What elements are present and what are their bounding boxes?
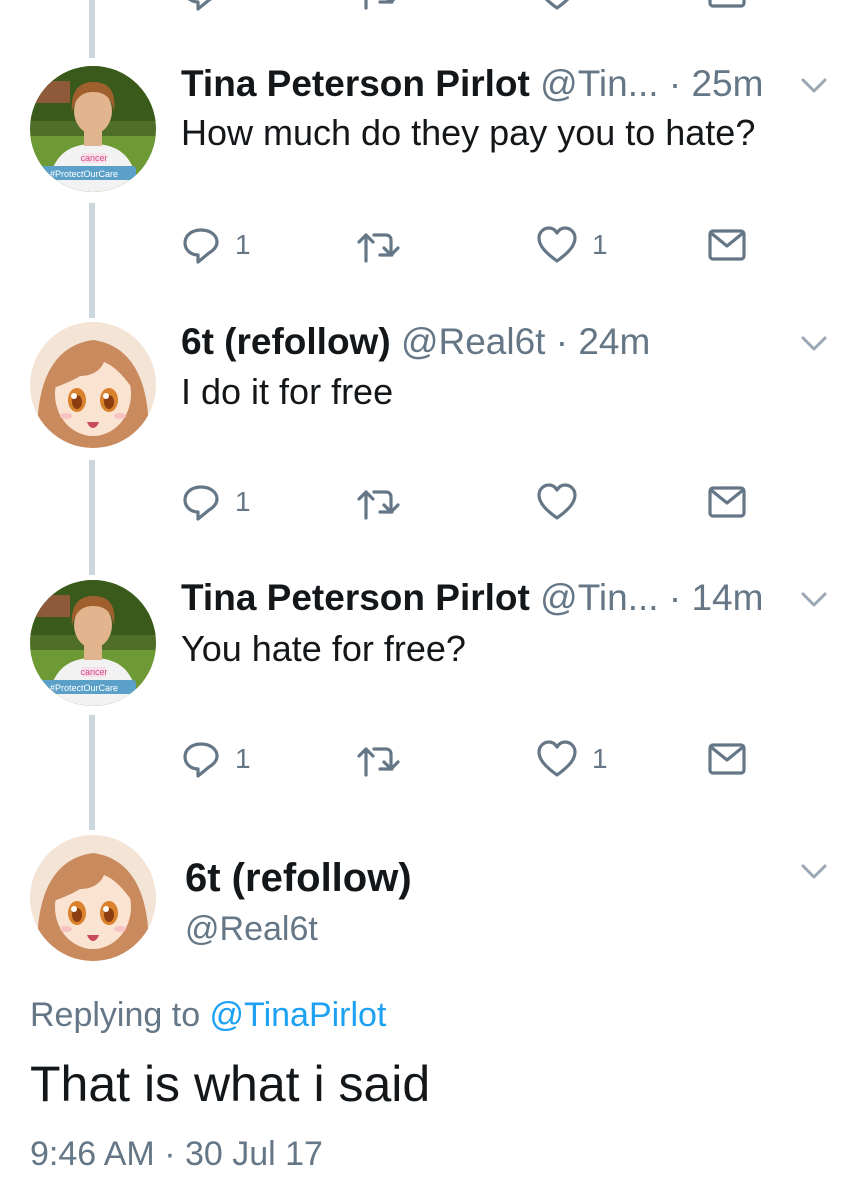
retweet-button[interactable] xyxy=(356,223,416,267)
tweet-text: That is what i said xyxy=(30,1056,431,1112)
replying-prefix: Replying to xyxy=(30,996,210,1034)
reply-icon xyxy=(183,742,219,778)
like-icon xyxy=(537,740,577,777)
chevron-down-icon[interactable] xyxy=(801,336,827,352)
tweet-header: Tina Peterson Pirlot @Tin... · 25m xyxy=(181,62,777,106)
chevron-down-icon[interactable] xyxy=(801,864,827,880)
like-count: 1 xyxy=(592,229,608,260)
dm-button[interactable] xyxy=(708,223,746,267)
thread-line xyxy=(89,0,95,58)
reply-button[interactable]: 1 xyxy=(181,480,251,524)
retweet-button[interactable] xyxy=(356,737,416,781)
chevron-down-icon[interactable] xyxy=(801,592,827,608)
woman-photo-avatar: cancer #ProtectOurCare xyxy=(30,580,156,706)
like-icon xyxy=(537,226,577,263)
svg-text:#ProtectOurCare: #ProtectOurCare xyxy=(50,683,118,693)
tweet-time[interactable]: 24m xyxy=(578,321,650,362)
reply-count: 1 xyxy=(235,486,251,517)
tweet-text: How much do they pay you to hate? xyxy=(181,112,756,153)
reply-button[interactable] xyxy=(181,0,221,14)
reply-button[interactable]: 1 xyxy=(181,737,251,781)
tweet-timestamp[interactable]: 9:46 AM · 30 Jul 17 xyxy=(30,1132,323,1176)
retweet-icon xyxy=(357,490,400,520)
svg-text:#ProtectOurCare: #ProtectOurCare xyxy=(50,169,118,179)
dm-icon xyxy=(708,0,746,8)
reply-count: 1 xyxy=(235,743,251,774)
like-button[interactable] xyxy=(536,0,578,14)
separator: · xyxy=(658,577,692,618)
separator: · xyxy=(658,63,692,104)
retweet-icon xyxy=(357,233,400,263)
like-button[interactable]: 1 xyxy=(536,737,608,781)
reply-count: 1 xyxy=(235,229,251,260)
avatar[interactable] xyxy=(30,835,156,961)
svg-text:cancer: cancer xyxy=(80,667,107,677)
display-name[interactable]: Tina Peterson Pirlot xyxy=(181,577,530,618)
dm-icon xyxy=(708,229,746,261)
anime-girl-avatar xyxy=(30,322,156,448)
tweet-text: I do it for free xyxy=(181,371,394,412)
dm-button[interactable] xyxy=(708,0,746,14)
svg-text:cancer: cancer xyxy=(80,153,107,163)
retweet-button[interactable] xyxy=(356,0,402,14)
reply-icon xyxy=(183,485,219,521)
thread-line xyxy=(89,715,95,830)
avatar[interactable]: cancer #ProtectOurCare xyxy=(30,580,156,706)
like-icon xyxy=(537,483,577,520)
display-name[interactable]: 6t (refollow) xyxy=(181,321,391,362)
dm-button[interactable] xyxy=(708,480,746,524)
anime-girl-avatar xyxy=(30,835,156,961)
retweet-button[interactable] xyxy=(356,480,416,524)
user-handle[interactable]: @Real6t xyxy=(401,321,546,362)
tweet-time[interactable]: 25m xyxy=(691,63,763,104)
chevron-down-icon[interactable] xyxy=(801,78,827,94)
thread-line xyxy=(89,460,95,575)
dm-icon xyxy=(708,486,746,518)
reply-mention-link[interactable]: @TinaPirlot xyxy=(210,996,387,1034)
display-name[interactable]: Tina Peterson Pirlot xyxy=(181,63,530,104)
reply-button[interactable]: 1 xyxy=(181,223,251,267)
like-icon xyxy=(544,0,570,10)
dm-button[interactable] xyxy=(708,737,746,781)
tweet-time[interactable]: 14m xyxy=(691,577,763,618)
reply-icon xyxy=(183,228,219,264)
like-button[interactable]: 1 xyxy=(536,223,608,267)
avatar[interactable] xyxy=(30,322,156,448)
like-button[interactable] xyxy=(536,480,592,524)
user-handle[interactable]: @Tin... xyxy=(540,63,658,104)
replying-to: Replying to @TinaPirlot xyxy=(30,993,386,1037)
reply-icon xyxy=(188,0,212,11)
retweet-icon xyxy=(364,0,396,10)
display-name[interactable]: 6t (refollow) xyxy=(185,853,412,903)
tweet-text: You hate for free? xyxy=(181,628,466,669)
separator: · xyxy=(545,321,579,362)
avatar[interactable]: cancer #ProtectOurCare xyxy=(30,66,156,192)
tweet-header: 6t (refollow) @Real6t · 24m xyxy=(181,320,777,364)
woman-photo-avatar: cancer #ProtectOurCare xyxy=(30,66,156,192)
user-handle[interactable]: @Real6t xyxy=(185,907,318,951)
dm-icon xyxy=(708,743,746,775)
thread-line xyxy=(89,203,95,318)
tweet-header: Tina Peterson Pirlot @Tin... · 14m xyxy=(181,576,777,620)
like-count: 1 xyxy=(592,743,608,774)
retweet-icon xyxy=(357,747,400,777)
user-handle[interactable]: @Tin... xyxy=(540,577,658,618)
